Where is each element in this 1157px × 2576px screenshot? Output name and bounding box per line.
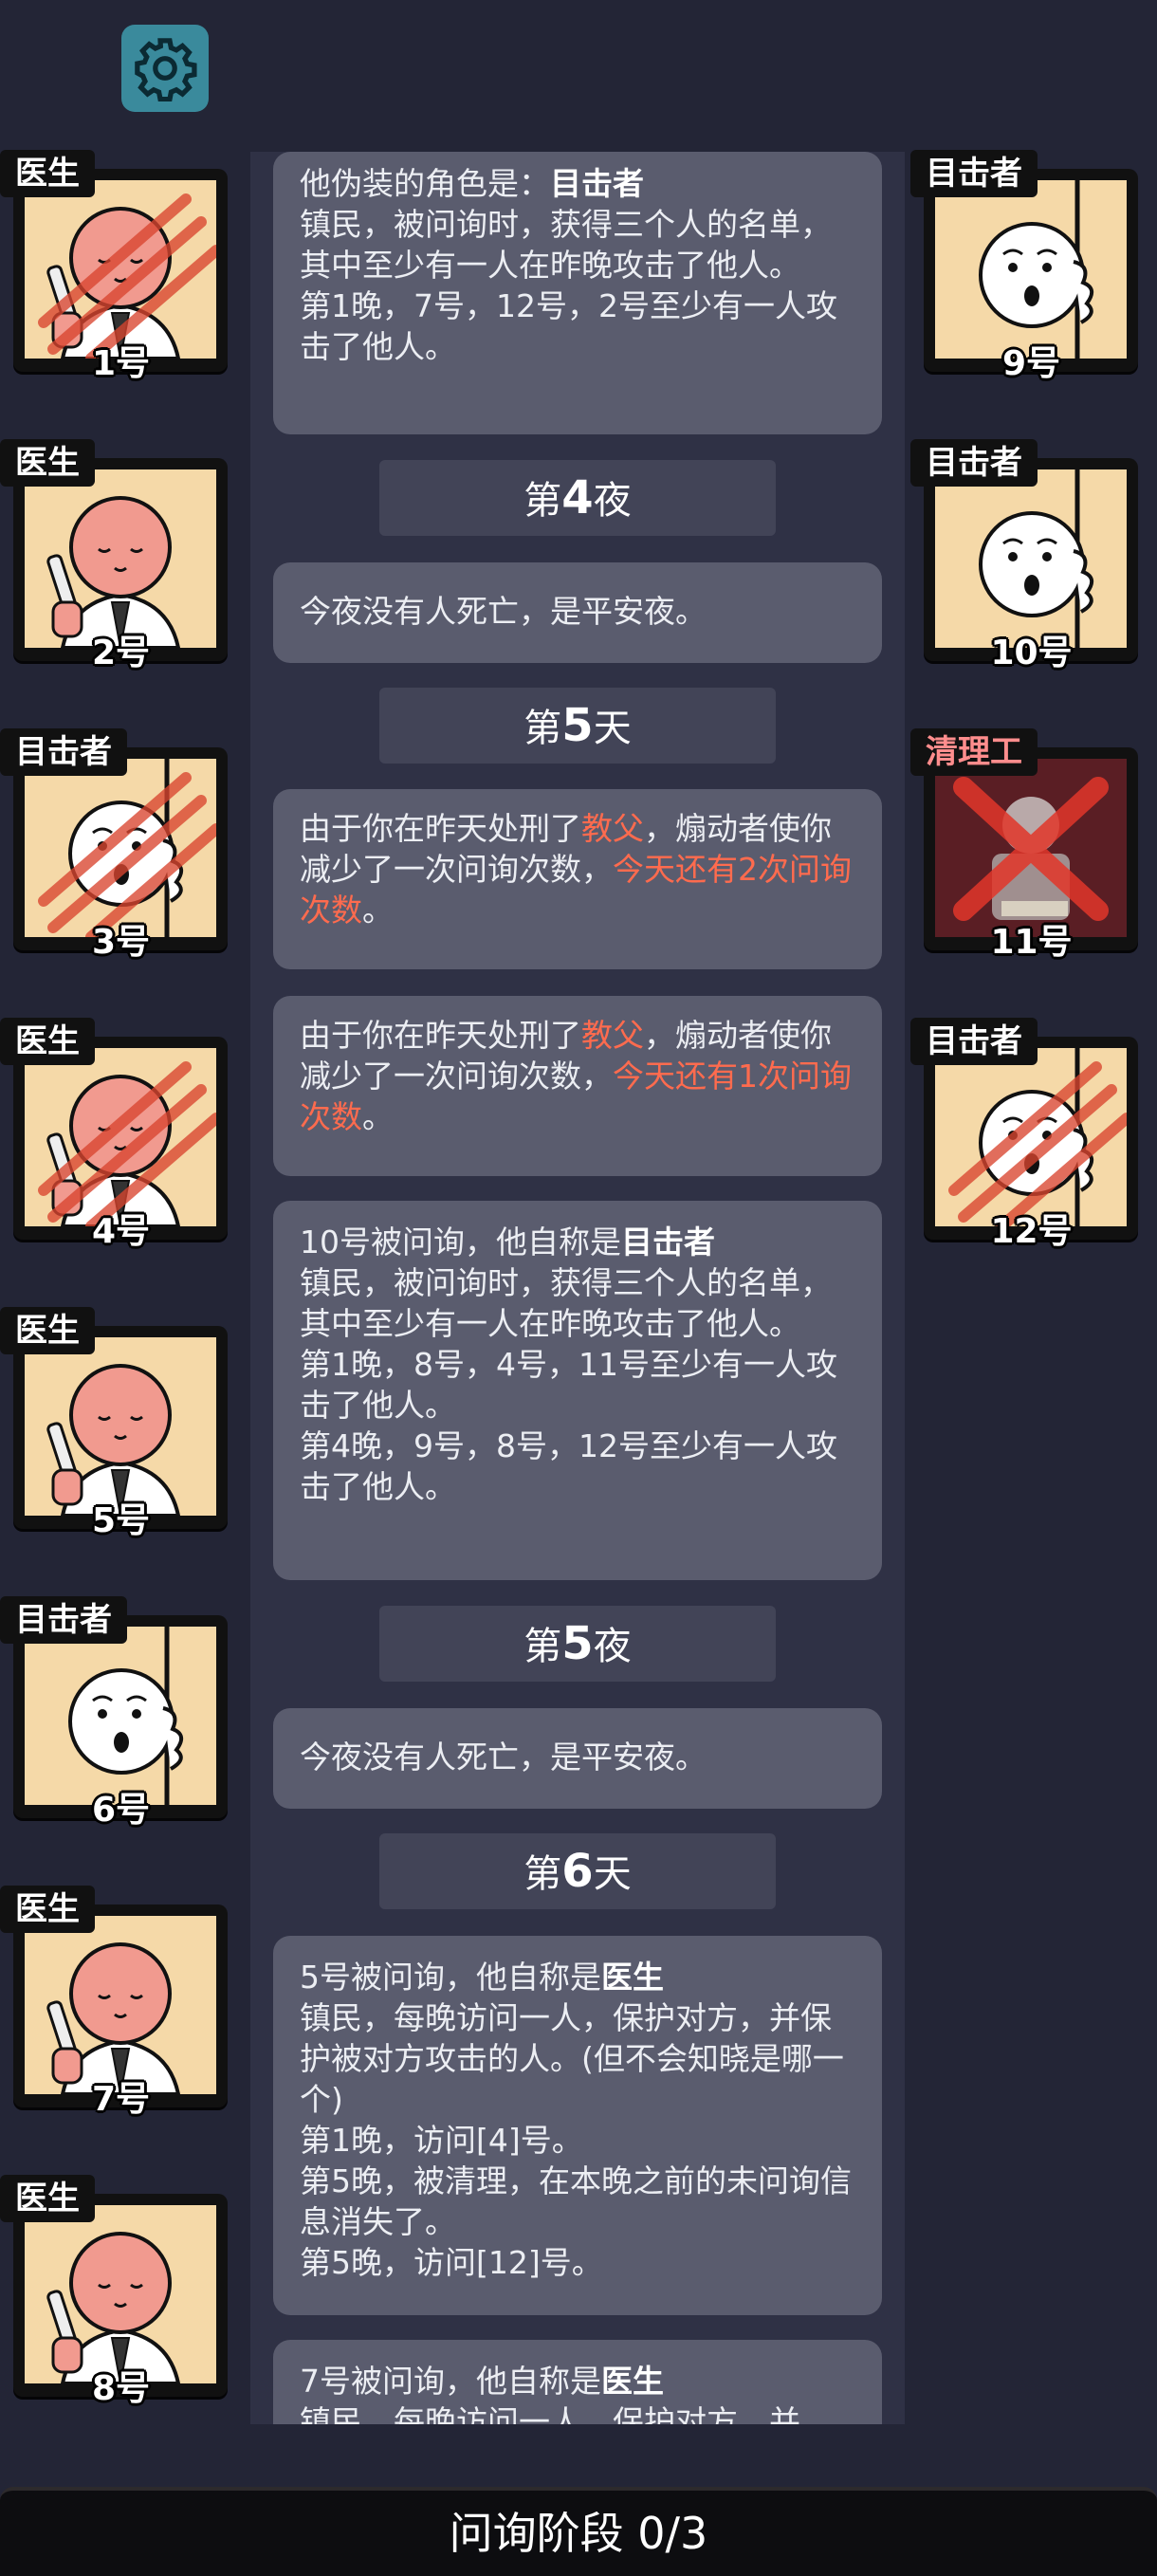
player-number: 11号 [990,923,1073,962]
role-tag: 医生 [0,150,95,197]
player-number: 5号 [91,1501,151,1540]
player-card-9[interactable]: 目击者 9号 [910,150,1148,383]
player-card-7[interactable]: 医生 7号 [0,1886,237,2119]
player-number: 8号 [91,2369,151,2408]
phase-header: 第4夜 [379,460,776,536]
log-message: 10号被问询，他自称是目击者 镇民，被问询时，获得三个人的名单，其中至少有一人在… [273,1201,882,1580]
player-card-10[interactable]: 目击者 10号 [910,439,1148,672]
claimed-role: 医生 [601,1959,664,1996]
log-message: 由于你在昨天处刑了教父，煽动者使你减少了一次问询次数，今天还有1次问询次数。 [273,996,882,1176]
log-message: 由于你在昨天处刑了教父，煽动者使你减少了一次问询次数，今天还有2次问询次数。 [273,789,882,969]
player-number: 9号 [1001,344,1061,383]
gear-icon [135,38,197,101]
phase-header: 第5夜 [379,1606,776,1682]
role-tag: 医生 [0,2175,95,2222]
player-number: 4号 [91,1212,151,1251]
player-card-12[interactable]: 目击者 12号 [910,1018,1148,1251]
player-card-5[interactable]: 医生 5号 [0,1307,237,1540]
player-card-8[interactable]: 医生 8号 [0,2175,237,2408]
claimed-role: 目击者 [621,1224,715,1260]
player-card-6[interactable]: 目击者 6号 [0,1596,237,1830]
role-tag: 目击者 [0,1596,127,1644]
role-tag: 医生 [0,1886,95,1933]
claimed-role: 医生 [601,2363,664,2400]
role-tag: 医生 [0,439,95,487]
doctor-portrait-icon [46,2232,181,2383]
log-message: 5号被问询，他自称是医生 镇民，每晚访问一人，保护对方，并保护被对方攻击的人。(… [273,1936,882,2315]
role-tag: 目击者 [0,728,127,776]
doctor-portrait-icon [38,193,216,359]
player-number: 10号 [990,634,1073,672]
doctor-portrait-icon [46,496,181,648]
role-tag: 清理工 [910,728,1038,776]
log-message: 他伪装的角色是：目击者 镇民，被问询时，获得三个人的名单，其中至少有一人在昨晚攻… [273,152,882,434]
player-card-3[interactable]: 目击者 3号 [0,728,237,962]
doctor-portrait-icon [46,1364,181,1516]
doctor-portrait-icon [46,1942,181,2094]
player-number: 12号 [990,1212,1073,1251]
witness-portrait-icon [979,180,1127,359]
inquiry-phase-bar: 问询阶段 0/3 [0,2487,1157,2576]
role-tag: 医生 [0,1018,95,1065]
phase-header: 第5天 [379,688,776,764]
role-tag: 目击者 [910,150,1038,197]
role-tag: 目击者 [910,439,1038,487]
role-tag: 医生 [0,1307,95,1354]
player-number: 1号 [91,344,151,383]
inquiry-phase-label: 问询阶段 0/3 [449,2508,708,2559]
player-card-1[interactable]: 医生 1号 [0,150,237,383]
log-message: 7号被问询，他自称是医生 镇民，每晚访问一人，保护对方，并 [273,2340,882,2424]
settings-button[interactable] [121,25,209,112]
phase-header: 第6天 [379,1833,776,1909]
player-number: 7号 [91,2080,151,2119]
log-message: 今夜没有人死亡，是平安夜。 [273,562,882,663]
player-card-11[interactable]: 清理工 11号 [910,728,1148,962]
game-log[interactable]: 他伪装的角色是：目击者 镇民，被问询时，获得三个人的名单，其中至少有一人在昨晚攻… [250,152,905,2424]
doctor-portrait-icon [38,1061,216,1226]
claimed-role: 目击者 [550,165,644,202]
cleaner-portrait-icon [935,759,1127,937]
player-number: 6号 [91,1791,151,1830]
log-message: 今夜没有人死亡，是平安夜。 [273,1708,882,1809]
player-card-2[interactable]: 医生 2号 [0,439,237,672]
witness-portrait-icon [948,1048,1127,1226]
player-card-4[interactable]: 医生 4号 [0,1018,237,1251]
player-number: 2号 [91,634,151,672]
player-number: 3号 [91,923,151,962]
witness-portrait-icon [979,469,1127,648]
witness-portrait-icon [68,1627,216,1805]
role-tag: 目击者 [910,1018,1038,1065]
witness-portrait-icon [38,759,216,937]
